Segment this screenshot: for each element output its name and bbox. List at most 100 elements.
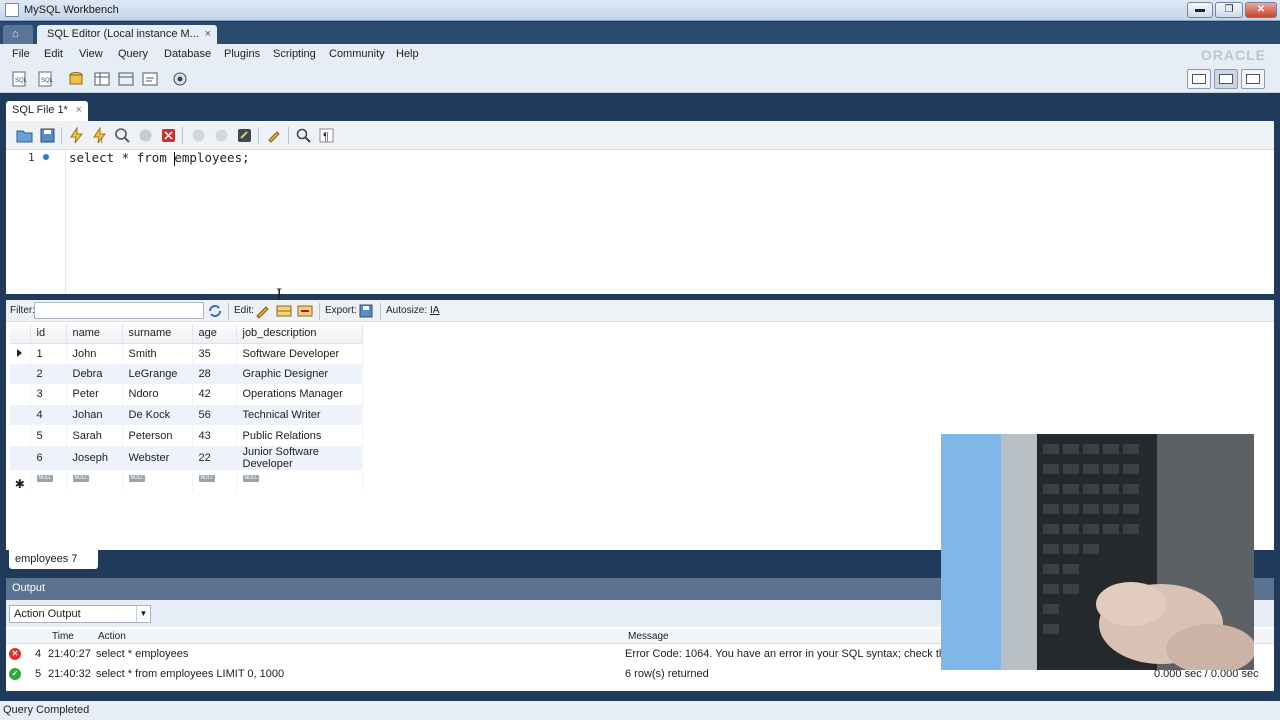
new-row[interactable]: ✱ NULL NULL NULL NULL NULL	[10, 469, 363, 491]
toggle-secondary-sidebar-button[interactable]	[1241, 69, 1265, 89]
menu-edit[interactable]: Edit	[44, 48, 63, 60]
column-header-job-description[interactable]: job_description	[236, 324, 363, 344]
find-icon[interactable]	[295, 127, 312, 144]
execute-icon[interactable]	[68, 126, 85, 144]
row-header[interactable]	[10, 445, 31, 470]
table-cell[interactable]: 28	[192, 363, 237, 385]
table-cell[interactable]: Junior Software Developer	[236, 445, 363, 470]
output-mode-select[interactable]: Action Output ▼	[9, 605, 151, 623]
table-cell[interactable]: Sarah	[66, 425, 123, 446]
minimize-button[interactable]: ▬	[1187, 2, 1213, 18]
tab-sql-editor[interactable]: SQL Editor (Local instance M... ×	[37, 25, 217, 44]
table-cell[interactable]: Webster	[122, 445, 193, 470]
table-cell[interactable]: Operations Manager	[236, 384, 363, 405]
table-cell[interactable]: 4	[30, 404, 67, 426]
table-cell[interactable]: 1	[30, 343, 67, 364]
table-cell[interactable]: 3	[30, 384, 67, 405]
menu-query[interactable]: Query	[118, 48, 148, 60]
home-tab[interactable]: ⌂	[3, 25, 33, 44]
column-header-age[interactable]: age	[192, 324, 237, 344]
table-cell[interactable]: John	[66, 343, 123, 364]
table-cell[interactable]: 56	[192, 404, 237, 426]
toggle-sidebar-button[interactable]	[1187, 69, 1211, 89]
save-icon[interactable]	[39, 127, 56, 144]
filter-input[interactable]	[34, 302, 204, 319]
table-row[interactable]: 6 Joseph Webster 22 Junior Software Deve…	[10, 445, 363, 470]
toolbar-separator	[380, 303, 381, 320]
new-schema-icon[interactable]	[66, 70, 86, 88]
null-badge: NULL	[36, 474, 54, 482]
table-cell[interactable]: Debra	[66, 363, 123, 385]
open-sql-script-icon[interactable]: SQL	[36, 70, 56, 88]
toggle-output-button[interactable]	[1214, 69, 1238, 89]
new-sql-tab-icon[interactable]: SQL	[10, 70, 30, 88]
menu-help[interactable]: Help	[396, 48, 419, 60]
table-cell[interactable]: Joseph	[66, 445, 123, 470]
close-window-button[interactable]: ✕	[1245, 2, 1277, 18]
table-cell[interactable]: Smith	[122, 343, 193, 364]
row-header[interactable]	[10, 384, 31, 405]
table-cell[interactable]: Johan	[66, 404, 123, 426]
table-row[interactable]: 1 John Smith 35 Software Developer	[10, 343, 363, 364]
insert-row-icon[interactable]	[276, 303, 292, 319]
table-cell[interactable]: LeGrange	[122, 363, 193, 385]
menu-database[interactable]: Database	[164, 48, 211, 60]
close-sql-file-icon[interactable]: ×	[76, 104, 82, 116]
table-cell[interactable]: Software Developer	[236, 343, 363, 364]
execute-current-icon[interactable]: I	[91, 126, 108, 145]
table-cell[interactable]: 42	[192, 384, 237, 405]
table-cell[interactable]: 22	[192, 445, 237, 470]
row-header[interactable]	[10, 363, 31, 385]
table-row[interactable]: 3 Peter Ndoro 42 Operations Manager	[10, 384, 363, 405]
menu-view[interactable]: View	[79, 48, 103, 60]
row-header[interactable]	[10, 425, 31, 446]
menu-community[interactable]: Community	[329, 48, 385, 60]
edit-row-icon[interactable]	[255, 303, 271, 319]
export-icon[interactable]	[358, 303, 374, 319]
table-cell[interactable]: 5	[30, 425, 67, 446]
sql-code-editor[interactable]: select * from employees;	[69, 150, 250, 166]
svg-text:SQL: SQL	[41, 78, 54, 84]
table-cell[interactable]: 43	[192, 425, 237, 446]
row-header[interactable]	[10, 404, 31, 426]
refresh-icon[interactable]	[207, 303, 223, 319]
table-cell[interactable]: Graphic Designer	[236, 363, 363, 385]
tab-result-employees[interactable]: employees 7	[9, 550, 98, 569]
null-badge: NULL	[242, 474, 260, 482]
maximize-button[interactable]: ❐	[1215, 2, 1243, 18]
new-routine-icon[interactable]	[140, 70, 160, 88]
autocommit-icon[interactable]	[236, 127, 253, 144]
sql-editor-toolbar: I ¶	[6, 121, 1274, 150]
null-badge: NULL	[198, 474, 216, 482]
reconnect-icon[interactable]	[170, 70, 190, 88]
column-header-surname[interactable]: surname	[122, 324, 193, 344]
column-header-id[interactable]: id	[30, 324, 67, 344]
table-row[interactable]: 5 Sarah Peterson 43 Public Relations	[10, 425, 363, 446]
stop-on-error-icon[interactable]	[160, 127, 177, 144]
close-tab-icon[interactable]: ×	[205, 28, 211, 40]
new-view-icon[interactable]	[116, 70, 136, 88]
table-cell[interactable]: De Kock	[122, 404, 193, 426]
new-table-icon[interactable]	[92, 70, 112, 88]
table-row[interactable]: 4 Johan De Kock 56 Technical Writer	[10, 404, 363, 426]
table-cell[interactable]: Ndoro	[122, 384, 193, 405]
table-cell[interactable]: Technical Writer	[236, 404, 363, 426]
beautify-icon[interactable]	[266, 127, 283, 144]
invisible-chars-icon[interactable]: ¶	[318, 127, 335, 144]
table-row[interactable]: 2 Debra LeGrange 28 Graphic Designer	[10, 363, 363, 385]
table-cell[interactable]: 35	[192, 343, 237, 364]
menu-plugins[interactable]: Plugins	[224, 48, 260, 60]
table-cell[interactable]: 2	[30, 363, 67, 385]
menu-scripting[interactable]: Scripting	[273, 48, 316, 60]
tab-sql-file-1[interactable]: SQL File 1* ×	[6, 101, 88, 121]
delete-row-icon[interactable]	[297, 303, 313, 319]
column-header-name[interactable]: name	[66, 324, 123, 344]
autosize-icon[interactable]: IA	[430, 305, 439, 316]
table-cell[interactable]: 6	[30, 445, 67, 470]
table-cell[interactable]: Peterson	[122, 425, 193, 446]
table-cell[interactable]: Peter	[66, 384, 123, 405]
menu-file[interactable]: File	[12, 48, 30, 60]
open-file-icon[interactable]	[16, 127, 33, 144]
explain-icon[interactable]	[114, 127, 131, 144]
table-cell[interactable]: Public Relations	[236, 425, 363, 446]
